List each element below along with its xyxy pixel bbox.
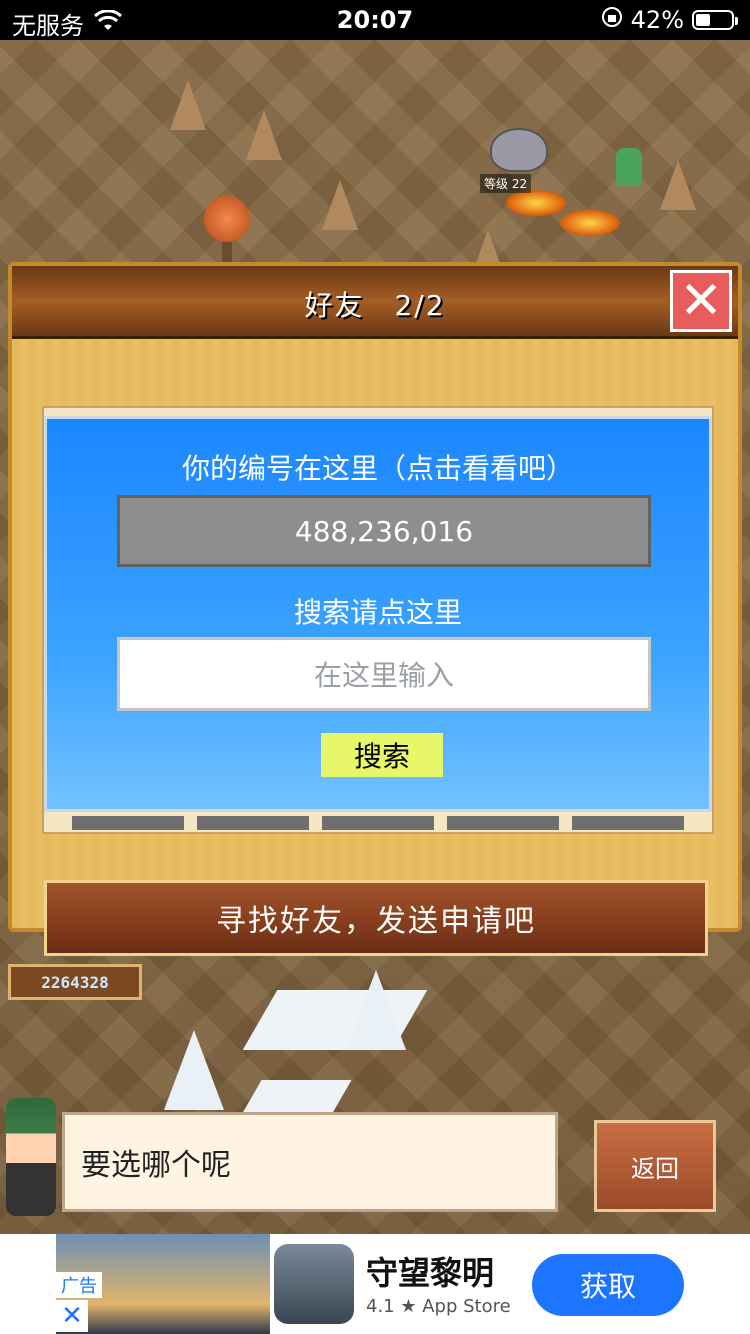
player-id-display[interactable]: 488,236,016 <box>117 495 651 567</box>
rock <box>170 80 206 130</box>
ad-label: 广告 <box>56 1272 102 1298</box>
app-name: 守望黎明 <box>366 1254 495 1292</box>
ad-banner[interactable]: 广告 ✕ 守望黎明 4.1 ★ App Store 获取 <box>0 1234 750 1334</box>
snow-tree <box>164 1030 224 1110</box>
monster-level-label: 等级 22 <box>480 174 532 193</box>
friend-panel: 好友 2/2 ✕ 你的编号在这里（点击看看吧） 488,236,016 搜索请点… <box>8 262 742 956</box>
battery-percent: 42% <box>630 6 684 34</box>
hero-sprite[interactable] <box>616 148 642 186</box>
friend-search-input[interactable]: 在这里输入 <box>117 637 651 711</box>
ad-close-icon[interactable]: ✕ <box>56 1300 88 1332</box>
snow-tree <box>346 970 406 1050</box>
status-left: 无服务 <box>12 6 123 41</box>
search-label: 搜索请点这里 <box>293 596 462 629</box>
autumn-tree <box>204 196 250 242</box>
close-icon: ✕ <box>679 271 723 331</box>
dialog-message: 要选哪个呢 <box>81 1148 231 1183</box>
search-button[interactable]: 搜索 <box>321 733 443 777</box>
back-button[interactable]: 返回 <box>594 1120 716 1212</box>
status-right: 42% <box>601 6 738 34</box>
close-button[interactable]: ✕ <box>670 270 732 332</box>
dialog-box: 要选哪个呢 <box>62 1112 558 1212</box>
app-icon[interactable] <box>274 1244 354 1324</box>
id-label[interactable]: 你的编号在这里（点击看看吧） <box>47 447 709 487</box>
rock <box>322 180 358 230</box>
wifi-icon <box>93 8 123 38</box>
lava-pool <box>560 210 620 236</box>
battery-icon <box>692 10 738 30</box>
battery-fill <box>696 14 711 26</box>
carrier-text: 无服务 <box>12 12 84 40</box>
friend-slot[interactable] <box>572 816 684 830</box>
panel-title: 好友 2/2 <box>304 289 446 322</box>
monster-sprite[interactable] <box>490 128 548 172</box>
rock <box>246 110 282 160</box>
app-rating: 4.1 ★ App Store <box>366 1296 511 1317</box>
find-friends-button[interactable]: 寻找好友，发送申请吧 <box>44 880 708 956</box>
friend-id-box: 你的编号在这里（点击看看吧） 488,236,016 搜索请点这里 在这里输入 … <box>44 416 712 812</box>
lava-pool <box>506 190 566 216</box>
panel-header: 好友 2/2 ✕ <box>12 266 738 339</box>
friend-slot[interactable] <box>322 816 434 830</box>
friend-slot[interactable] <box>197 816 309 830</box>
status-bar: 无服务 20:07 42% <box>0 0 750 40</box>
score-sign: 2264328 <box>8 964 142 1000</box>
rock <box>660 160 696 210</box>
get-app-button[interactable]: 获取 <box>532 1254 684 1316</box>
advisor-avatar <box>6 1098 56 1216</box>
friend-slot[interactable] <box>72 816 184 830</box>
orientation-lock-icon <box>601 6 623 34</box>
friend-slot[interactable] <box>447 816 559 830</box>
